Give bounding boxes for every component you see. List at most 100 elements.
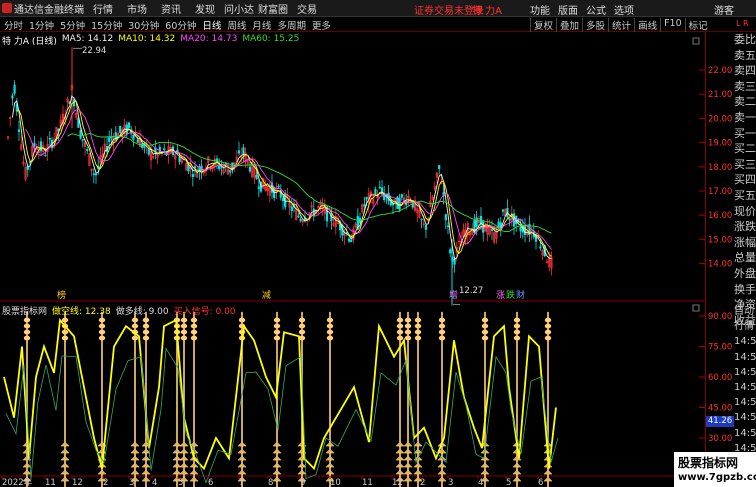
signal-bead [273, 335, 281, 341]
candle-body [255, 175, 258, 180]
candle-body [444, 214, 447, 221]
signal-arrow [97, 448, 107, 454]
signal-bead [61, 329, 69, 335]
signal-bead [544, 323, 552, 329]
candle-body [110, 136, 113, 139]
signal-bead [438, 323, 446, 329]
signal-bead [414, 329, 422, 335]
candle-body [449, 249, 452, 254]
signal-arrow [325, 448, 335, 454]
candle-body [347, 238, 351, 242]
candle-body [446, 225, 450, 228]
signal-bead [180, 317, 188, 323]
maximize-indicator-icon[interactable] [692, 304, 700, 312]
signal-bead [513, 335, 521, 341]
signal-arrow [179, 448, 189, 454]
event-marker[interactable]: 榜 [57, 289, 66, 301]
candle-body [237, 150, 241, 154]
signal-arrow [172, 455, 182, 461]
signal-bead [513, 329, 521, 335]
candle-body [248, 166, 252, 172]
signal-bead [396, 323, 404, 329]
signal-bead [326, 323, 334, 329]
candle-body [400, 194, 403, 198]
signal-bead [142, 335, 150, 341]
signal-bead [404, 329, 412, 335]
signal-bead [190, 317, 198, 323]
signal-arrow [403, 441, 413, 447]
maximize-price-icon[interactable] [692, 37, 700, 45]
candle-body [81, 139, 84, 141]
date-tick: 5 [178, 478, 183, 487]
date-tick: 8 [268, 478, 273, 487]
signal-bead [414, 317, 422, 323]
date-tick: 2022年 [2, 477, 33, 487]
candle-body [424, 224, 428, 230]
candle-body [28, 161, 32, 163]
candle-body [378, 186, 381, 189]
signal-arrow [237, 441, 247, 447]
quote-field-4: 卖二 [734, 95, 756, 109]
low-price-label: 12.27 [459, 286, 484, 296]
candle-body [523, 225, 527, 235]
quote-field-11: 现价 [734, 204, 756, 218]
candle-body [136, 139, 139, 143]
signal-arrow [237, 448, 247, 454]
signal-arrow [543, 469, 553, 475]
kline-chart[interactable]: 22.0021.0020.0019.0018.0017.0016.0015.00… [0, 0, 756, 487]
signal-arrow [60, 462, 70, 468]
event-marker[interactable]: 跌 [506, 290, 515, 301]
signal-bead [142, 329, 150, 335]
signal-arrow [413, 462, 423, 468]
signal-arrow [325, 469, 335, 475]
candle-body [290, 206, 293, 211]
date-tick: 9 [300, 478, 305, 487]
signal-arrow [512, 462, 522, 468]
event-marker[interactable]: 财 [516, 289, 525, 301]
event-marker[interactable]: 涨 [496, 290, 505, 301]
signal-arrow [60, 448, 70, 454]
signal-arrow [272, 441, 282, 447]
signal-bead [396, 329, 404, 335]
date-tick: 2 [103, 478, 108, 487]
indicator-name[interactable]: 股票指标网 [2, 304, 47, 317]
candle-body [44, 154, 47, 157]
candle-body [147, 148, 150, 155]
signal-bead [438, 335, 446, 341]
signal-arrow [512, 469, 522, 475]
signal-bead [142, 317, 150, 323]
indicator-info-line: 股票指标网 做空线: 12.38 做多线: 9.00 买入信号: 0.00 [2, 304, 236, 317]
quote-field-14: 总量 [734, 251, 756, 265]
candle-body [539, 246, 542, 249]
candle-body [242, 147, 245, 155]
quote-field-1: 卖五 [734, 48, 756, 62]
signal-arrow [60, 455, 70, 461]
candle-body [92, 173, 95, 175]
quote-field-16: 换手 [734, 282, 756, 296]
tick-row-8: 14:5 [734, 427, 756, 439]
signal-arrow [179, 462, 189, 468]
quote-panel: 委比 卖五 卖四 卖三 卖二 卖一 买一 买二 买三 买四 买五 现价 涨跌 涨幅 总量 外盘 换手 净资 收益 [734, 32, 756, 328]
date-tick: 2 [420, 478, 425, 487]
signal-arrow [141, 455, 151, 461]
candle-body [163, 148, 166, 151]
signal-bead [23, 317, 31, 323]
signal-arrow [60, 476, 70, 482]
signal-bead [61, 335, 69, 341]
event-marker[interactable]: 增 [449, 289, 458, 301]
quote-field-3: 卖三 [734, 79, 756, 93]
candle-body [39, 141, 43, 152]
signal-bead [180, 329, 188, 335]
signal-arrow [189, 476, 199, 482]
signal-arrow [512, 476, 522, 482]
signal-arrow [130, 448, 140, 454]
event-marker[interactable]: 减 [262, 289, 271, 301]
watermark: 股票指标网 www.7gpzb.com [674, 452, 756, 487]
signal-bead [326, 335, 334, 341]
signal-arrow [237, 462, 247, 468]
tick-row-2: 14:5 [734, 336, 756, 348]
signal-bead [544, 329, 552, 335]
signal-bead [414, 335, 422, 341]
signal-arrow [141, 462, 151, 468]
signal-bead [238, 317, 246, 323]
